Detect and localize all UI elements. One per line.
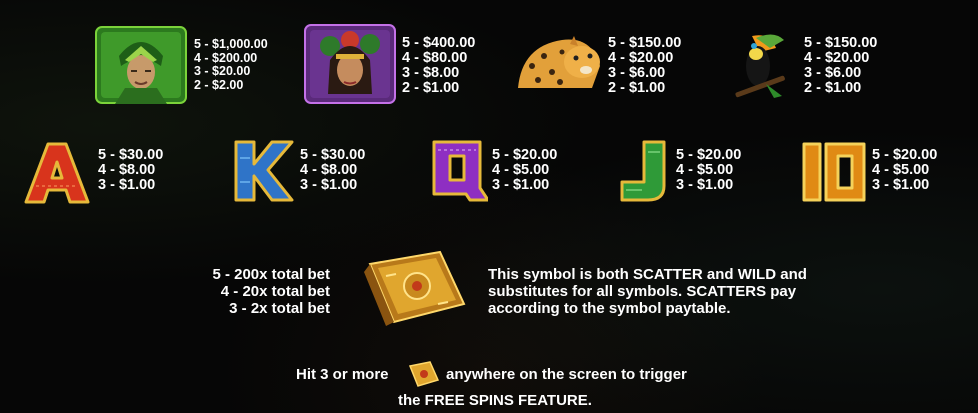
paytable-values: 5 - $20.00 4 - $5.00 3 - $1.00 <box>872 147 938 193</box>
free-spins-after: anywhere on the screen to trigger <box>446 366 687 383</box>
scatter-description: This symbol is both SCATTER and WILD and… <box>488 266 807 317</box>
letter-q-icon <box>432 140 488 202</box>
letter-a-icon <box>24 142 90 204</box>
toucan-icon <box>735 34 785 98</box>
paytable-values: 5 - $150.00 4 - $20.00 3 - $6.00 2 - $1.… <box>608 35 682 96</box>
jaguar-icon <box>518 36 600 88</box>
free-spins-line-1: Hit 3 or more <box>296 366 389 383</box>
paytable-values: 5 - $20.00 4 - $5.00 3 - $1.00 <box>676 147 742 193</box>
paytable-values: 5 - $30.00 4 - $8.00 3 - $1.00 <box>98 147 164 193</box>
warrior-woman-icon <box>304 24 396 104</box>
letter-j-icon <box>620 140 666 202</box>
golden-book-icon <box>364 250 466 326</box>
free-spins-before: Hit 3 or more <box>296 366 389 383</box>
paytable-values: 5 - $150.00 4 - $20.00 3 - $6.00 2 - $1.… <box>804 35 878 96</box>
golden-book-small-icon <box>408 361 440 387</box>
paytable-values: 5 - $1,000.00 4 - $200.00 3 - $20.00 2 -… <box>194 37 268 92</box>
number-10-icon <box>802 142 866 202</box>
warrior-man-icon <box>95 26 187 104</box>
paytable-values: 5 - $30.00 4 - $8.00 3 - $1.00 <box>300 147 366 193</box>
paytable-values: 5 - $20.00 4 - $5.00 3 - $1.00 <box>492 147 558 193</box>
paytable-values: 5 - $400.00 4 - $80.00 3 - $8.00 2 - $1.… <box>402 35 476 96</box>
letter-k-icon <box>234 140 294 202</box>
free-spins-line-2: the FREE SPINS FEATURE. <box>398 392 592 409</box>
scatter-paytable: 5 - 200x total bet 4 - 20x total bet 3 -… <box>212 266 330 317</box>
